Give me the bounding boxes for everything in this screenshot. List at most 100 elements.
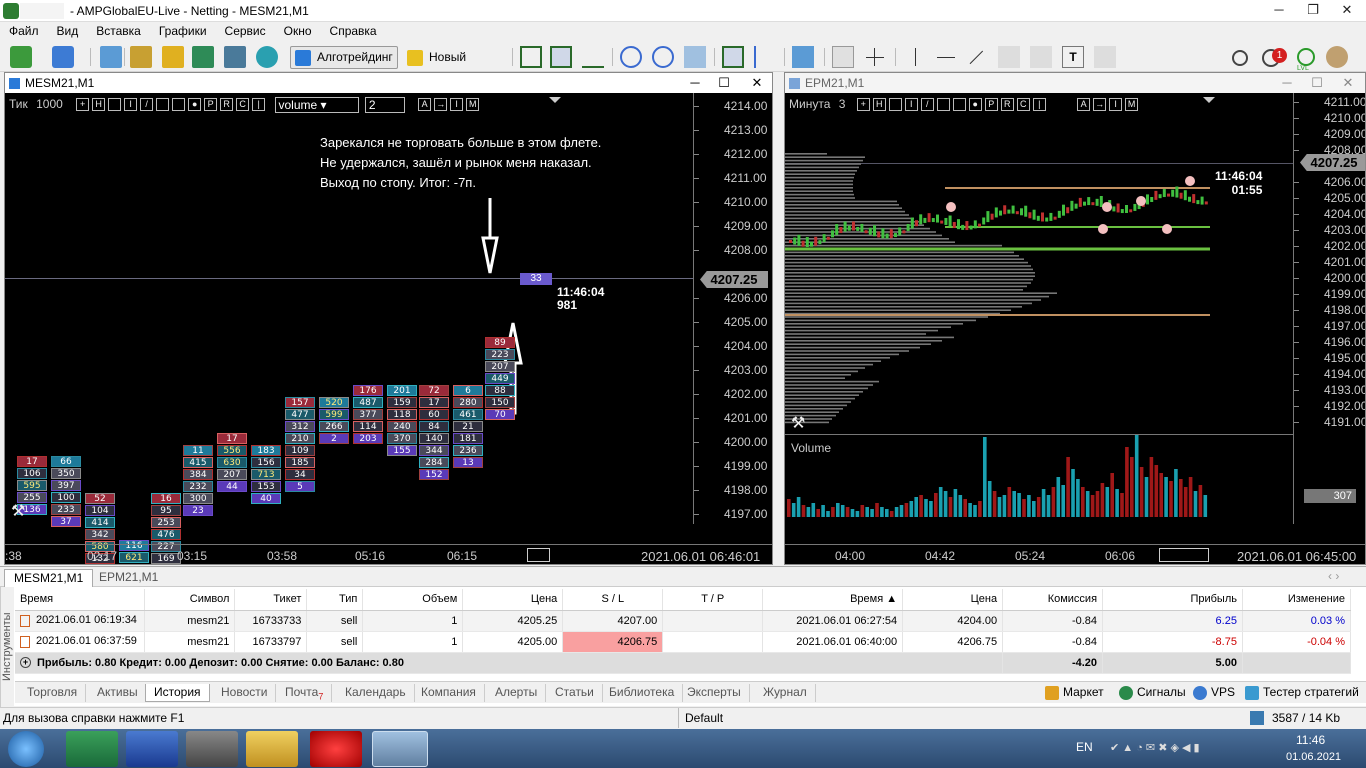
col-sl[interactable]: S / L — [562, 589, 664, 611]
tab-experts[interactable]: Эксперты — [679, 684, 750, 702]
time-scroll-box[interactable] — [527, 548, 550, 562]
cluster-spinner[interactable]: 2 — [364, 97, 405, 113]
tab-mailbox[interactable]: Почта7 — [277, 684, 333, 702]
menu-view[interactable]: Вид — [48, 22, 88, 41]
cursor-icon[interactable] — [832, 46, 854, 68]
tile-windows-icon[interactable] — [684, 46, 706, 68]
text-tool-icon[interactable]: T — [1062, 46, 1084, 68]
summary-plus-icon[interactable]: + — [20, 657, 31, 669]
tool-bar[interactable]: | — [252, 98, 266, 111]
menu-charts[interactable]: Графики — [150, 22, 216, 41]
price-axis[interactable]: 4214.00 4213.00 4212.00 4211.00 4210.00 … — [693, 93, 769, 524]
user-avatar[interactable] — [1326, 46, 1348, 68]
menu-file[interactable]: Файл — [0, 22, 48, 41]
tab-journal[interactable]: Журнал — [755, 684, 816, 702]
col-close-time[interactable]: Время ▲ — [762, 589, 904, 611]
bar-chart-icon[interactable] — [520, 46, 542, 68]
calculator-taskbar-icon[interactable] — [186, 731, 238, 767]
tab-articles[interactable]: Статьи — [547, 684, 603, 702]
chart2-maximize-button[interactable]: ☐ — [1303, 73, 1331, 93]
tab-alerts[interactable]: Алерты — [487, 684, 547, 702]
new-order-button[interactable]: Новый ордер — [402, 46, 506, 85]
new-chart-icon[interactable] — [10, 46, 32, 68]
chart-maximize-button[interactable]: ☐ — [710, 73, 738, 93]
col-change[interactable]: Изменение — [1242, 589, 1352, 611]
connection-icon[interactable] — [1250, 711, 1264, 725]
chart-shift-icon[interactable] — [754, 46, 776, 68]
time-axis[interactable]: :38 02:17 03:15 03:58 05:16 06:15 2021.0… — [5, 544, 772, 564]
tab-assets[interactable]: Активы — [89, 684, 147, 702]
tab-library[interactable]: Библиотека — [601, 684, 684, 702]
menu-service[interactable]: Сервис — [216, 22, 275, 41]
menu-window[interactable]: Окно — [275, 22, 321, 41]
volume-dropdown[interactable]: volume ▾ — [274, 97, 359, 113]
tool-slash[interactable]: / — [140, 98, 154, 111]
data-window-icon[interactable] — [130, 46, 152, 68]
tool-plus[interactable]: + — [76, 98, 90, 111]
market-watch-icon[interactable] — [100, 46, 122, 68]
time-axis-2[interactable]: 04:00 04:42 05:24 06:06 2021.06.01 06:45… — [785, 544, 1365, 564]
col-profit[interactable]: Прибыль — [1102, 589, 1243, 611]
fibo-icon[interactable] — [1030, 46, 1052, 68]
footprint-plot[interactable]: Тик 1000 + H I / ● P R C | volume ▾ 2 A → I M Зарек… — [5, 93, 772, 564]
tab-company[interactable]: Компания — [413, 684, 485, 702]
col-time[interactable]: Время — [15, 589, 146, 611]
channel-icon[interactable] — [998, 46, 1020, 68]
excel-taskbar-icon[interactable] — [66, 731, 118, 767]
tab-trade[interactable]: Торговля — [19, 684, 87, 702]
col-tp[interactable]: T / P — [662, 589, 764, 611]
col-ticket[interactable]: Тикет — [234, 589, 308, 611]
strategy-tester-link[interactable]: Тестер стратегий — [1245, 685, 1359, 700]
tab-history[interactable]: История — [145, 684, 210, 702]
explorer-taskbar-icon[interactable] — [246, 731, 298, 767]
autoscroll-icon[interactable] — [722, 46, 744, 68]
close-button[interactable]: ✕ — [1330, 0, 1364, 20]
btn-arrow[interactable]: → — [434, 98, 448, 111]
col-price[interactable]: Цена — [462, 589, 564, 611]
chart-tab-mesm21[interactable]: MESM21,M1 — [4, 569, 94, 587]
tool-r[interactable]: R — [220, 98, 234, 111]
opera-taskbar-icon[interactable] — [310, 731, 362, 767]
toolbox-icon[interactable] — [192, 46, 214, 68]
navigator-icon[interactable] — [162, 46, 184, 68]
shapes-icon[interactable] — [1094, 46, 1116, 68]
tool-blank1[interactable] — [108, 98, 122, 111]
shift-marker-icon[interactable] — [549, 97, 561, 103]
table-row[interactable]: 2021.06.01 06:19:34 mesm21 16733733 sell 1 4… — [15, 610, 1352, 632]
crosshair-icon[interactable] — [864, 46, 886, 68]
tool-c[interactable]: C — [236, 98, 250, 111]
signals-link[interactable]: Сигналы — [1119, 685, 1186, 700]
chart-close-button[interactable]: ✕ — [743, 73, 771, 93]
tabs-scroll-icon[interactable]: ‹ › — [1328, 569, 1339, 583]
col-commission[interactable]: Комиссия — [1002, 589, 1104, 611]
level-icon[interactable] — [1297, 48, 1315, 66]
btn-a[interactable]: A — [418, 98, 432, 111]
tools-icon[interactable]: ⚒ — [11, 501, 25, 521]
language-indicator[interactable]: EN — [1076, 740, 1093, 754]
tool-blank2[interactable] — [156, 98, 170, 111]
menu-insert[interactable]: Вставка — [87, 22, 150, 41]
start-button[interactable] — [8, 731, 44, 767]
tool-i[interactable]: I — [124, 98, 138, 111]
profiles-icon[interactable] — [52, 46, 74, 68]
menu-help[interactable]: Справка — [321, 22, 386, 41]
search-tool-icon[interactable] — [256, 46, 278, 68]
btn-m[interactable]: M — [466, 98, 480, 111]
tab-news[interactable]: Новости — [213, 684, 277, 702]
tester-icon[interactable] — [224, 46, 246, 68]
time-scroll-box-2[interactable] — [1159, 548, 1209, 562]
horizontal-line-icon[interactable] — [935, 46, 957, 68]
tool-blank3[interactable] — [172, 98, 186, 111]
word-taskbar-icon[interactable] — [126, 731, 178, 767]
zoom-in-icon[interactable] — [620, 46, 642, 68]
tool-h[interactable]: H — [92, 98, 106, 111]
templates-icon[interactable] — [792, 46, 814, 68]
price-axis-2[interactable]: 4211.00 4210.00 4209.00 4208.00 4206.00 … — [1293, 93, 1365, 524]
line-chart-icon[interactable] — [582, 46, 604, 68]
chart2-minimize-button[interactable]: ─ — [1273, 73, 1301, 93]
tool-dot[interactable]: ● — [188, 98, 202, 111]
chart-minimize-button[interactable]: ─ — [681, 73, 709, 93]
restore-button[interactable]: ❐ — [1296, 0, 1330, 20]
market-link[interactable]: Маркет — [1045, 685, 1104, 700]
algo-trading-button[interactable]: Алготрейдинг — [290, 46, 398, 69]
